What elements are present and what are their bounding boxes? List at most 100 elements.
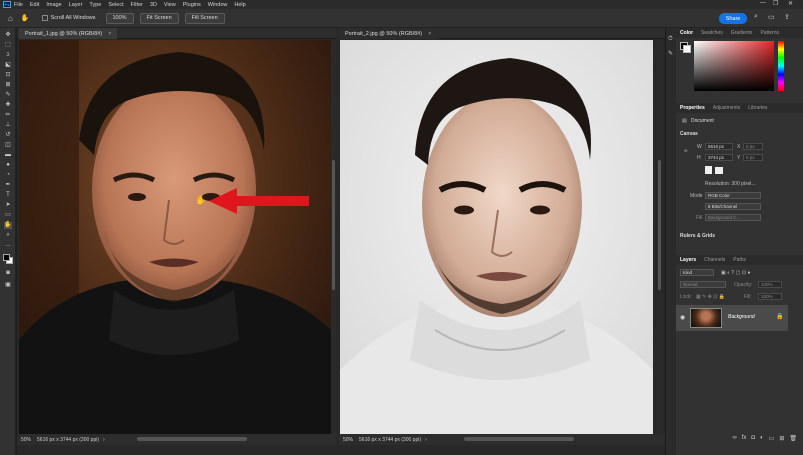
layer-fill-field[interactable]: 100% <box>758 293 782 300</box>
menu-3d[interactable]: 3D <box>150 2 157 8</box>
gradient-tool-icon[interactable]: ▬ <box>4 152 12 159</box>
document-1-vertical-scrollbar[interactable] <box>331 40 336 434</box>
tab-adjustments[interactable]: Adjustments <box>709 105 745 111</box>
pen-tool-icon[interactable]: ✒ <box>4 182 12 189</box>
quick-mask-icon[interactable]: ◙ <box>4 270 12 277</box>
document-canvas-1[interactable]: ✋ <box>19 40 331 434</box>
adjustment-layer-icon[interactable]: ◐ <box>760 435 764 441</box>
tab-layers[interactable]: Layers <box>676 257 700 263</box>
portrait-orientation-icon[interactable] <box>705 166 712 174</box>
marquee-tool-icon[interactable]: ⬚ <box>4 42 12 49</box>
layer-row-background[interactable]: ◉ Background 🔒 <box>676 305 788 331</box>
document-1-info[interactable]: 5616 px x 3744 px (300 ppi) <box>37 437 99 443</box>
zoom-tool-icon[interactable]: ⌕ <box>4 232 12 239</box>
document-tab-1[interactable]: Portrait_1.jpg @ 50% (RGB/8#) × <box>19 28 118 39</box>
tab-libraries[interactable]: Libraries <box>744 105 771 111</box>
move-tool-icon[interactable]: ✥ <box>4 32 12 39</box>
tab-gradients[interactable]: Gradients <box>727 30 757 36</box>
layer-name[interactable]: Background <box>728 314 755 320</box>
tab-paths[interactable]: Paths <box>729 257 750 263</box>
landscape-orientation-icon[interactable] <box>715 167 723 174</box>
color-field[interactable] <box>694 41 774 91</box>
eyedropper-tool-icon[interactable]: ✎ <box>4 92 12 99</box>
blur-tool-icon[interactable]: ● <box>4 162 12 169</box>
menu-file[interactable]: File <box>14 2 23 8</box>
close-tab-1-icon[interactable]: × <box>108 31 111 37</box>
lasso-tool-icon[interactable]: ↄ <box>4 52 12 59</box>
width-field[interactable]: 5616 px <box>705 143 733 150</box>
document-tab-2[interactable]: Portrait_2.jpg @ 50% (RGB/8#) × <box>339 28 438 39</box>
document-1-scroll-thumb[interactable] <box>332 160 335 290</box>
brush-settings-icon[interactable]: ✎ <box>668 50 673 57</box>
rectangle-tool-icon[interactable]: ▭ <box>4 212 12 219</box>
frame-tool-icon[interactable]: ⊠ <box>4 82 12 89</box>
share-arrow-icon[interactable]: ⇪ <box>784 13 790 21</box>
canvas-section-header[interactable]: Canvas <box>680 131 698 137</box>
crop-tool-icon[interactable]: ⊡ <box>4 72 12 79</box>
tab-swatches[interactable]: Swatches <box>697 30 727 36</box>
status-chevron-icon[interactable]: › <box>425 437 427 443</box>
link-layers-icon[interactable]: ∞ <box>732 435 736 441</box>
history-brush-tool-icon[interactable]: ↺ <box>4 132 12 139</box>
status-chevron-icon[interactable]: › <box>103 437 105 443</box>
filter-pixel-icon[interactable]: ▣ ◐ T ▢ ⊡ ● <box>721 270 751 276</box>
opacity-field[interactable]: 100% <box>758 281 782 288</box>
document-2-scroll-thumb[interactable] <box>658 160 661 290</box>
y-field[interactable]: 0 px <box>743 154 763 161</box>
document-2-vertical-scrollbar[interactable] <box>657 40 662 434</box>
maximize-icon[interactable]: ❐ <box>773 0 778 7</box>
fit-screen-button[interactable]: Fit Screen <box>139 12 179 24</box>
menu-filter[interactable]: Filter <box>131 2 143 8</box>
foreground-color-swatch[interactable] <box>3 254 10 261</box>
menu-layer[interactable]: Layer <box>69 2 83 8</box>
scroll-all-checkbox[interactable] <box>41 15 48 21</box>
menu-window[interactable]: Window <box>208 2 228 8</box>
document-canvas-2[interactable] <box>340 40 653 434</box>
clone-stamp-tool-icon[interactable]: ⊥ <box>4 122 12 129</box>
fill-dropdown[interactable]: Background C... <box>705 214 761 221</box>
tab-color[interactable]: Color <box>676 30 697 36</box>
rulers-grids-section-header[interactable]: Rulers & Grids <box>680 233 715 239</box>
share-button[interactable]: Share <box>719 13 747 24</box>
workspace-icon[interactable]: ▭ <box>768 13 775 21</box>
blend-mode-dropdown[interactable]: Normal <box>680 281 726 288</box>
hand-tool-icon[interactable]: ✋ <box>21 14 30 22</box>
more-tools-icon[interactable]: … <box>4 242 12 249</box>
path-select-tool-icon[interactable]: ➤ <box>4 202 12 209</box>
tab-patterns[interactable]: Patterns <box>756 30 783 36</box>
history-panel-icon[interactable]: ⏱ <box>668 36 673 43</box>
delete-layer-icon[interactable]: 🗑 <box>789 435 797 442</box>
menu-view[interactable]: View <box>164 2 176 8</box>
menu-select[interactable]: Select <box>108 2 123 8</box>
document-2-zoom[interactable]: 50% <box>343 437 353 443</box>
document-1-zoom[interactable]: 50% <box>21 437 31 443</box>
add-mask-icon[interactable]: ◘ <box>751 435 755 441</box>
new-layer-icon[interactable]: ⊞ <box>779 435 784 442</box>
visibility-eye-icon[interactable]: ◉ <box>680 314 685 321</box>
new-group-icon[interactable]: ▭ <box>769 435 775 442</box>
close-window-icon[interactable]: ✕ <box>788 0 793 7</box>
menu-image[interactable]: Image <box>46 2 61 8</box>
type-tool-icon[interactable]: T <box>4 192 12 199</box>
layer-filter-kind[interactable]: Kind <box>680 269 714 276</box>
dodge-tool-icon[interactable]: ◔ <box>4 172 12 179</box>
link-dimensions-icon[interactable]: ∞ <box>684 148 688 154</box>
hand-tool-icon[interactable]: ✋ <box>4 222 12 229</box>
tab-channels[interactable]: Channels <box>700 257 729 263</box>
mode-dropdown[interactable]: RGB Color <box>705 192 761 199</box>
fx-icon[interactable]: fx <box>742 435 747 441</box>
eraser-tool-icon[interactable]: ◫ <box>4 142 12 149</box>
brush-tool-icon[interactable]: ✏ <box>4 112 12 119</box>
healing-brush-tool-icon[interactable]: ✚ <box>4 102 12 109</box>
color-bg-swatch[interactable] <box>683 45 691 53</box>
hue-slider[interactable] <box>778 41 784 91</box>
x-field[interactable]: 0 px <box>743 143 763 150</box>
minimize-icon[interactable]: — <box>760 0 766 6</box>
menu-edit[interactable]: Edit <box>30 2 39 8</box>
search-icon[interactable]: ⌕ <box>754 13 758 21</box>
screen-mode-icon[interactable]: ▣ <box>4 282 12 289</box>
object-select-tool-icon[interactable]: ⬕ <box>4 62 12 69</box>
bit-depth-dropdown[interactable]: 8 Bits/Channel <box>705 203 761 210</box>
menu-type[interactable]: Type <box>89 2 101 8</box>
menu-plugins[interactable]: Plugins <box>183 2 201 8</box>
